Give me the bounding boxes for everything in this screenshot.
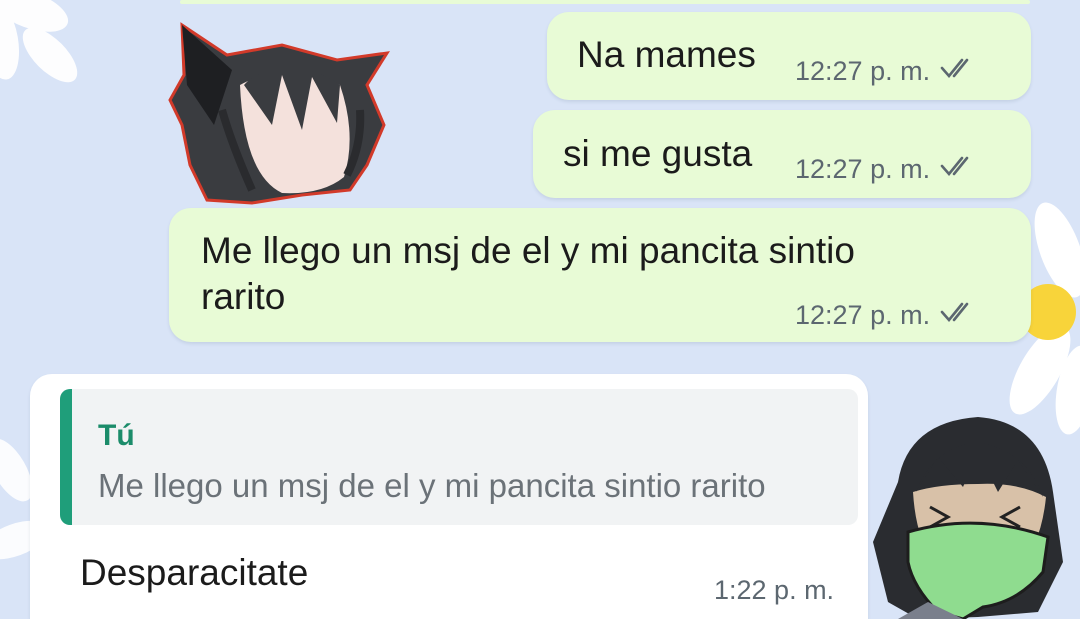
quoted-author: Tú [98, 419, 135, 452]
message-time: 12:27 p. m. [795, 154, 931, 184]
daisy-flower-top-left [0, 0, 78, 83]
outgoing-message-bubble[interactable]: si me gusta 12:27 p. m. [533, 110, 1031, 198]
message-time: 12:27 p. m. [795, 56, 931, 86]
message-text: Na mames [577, 34, 756, 75]
read-double-check-icon [940, 56, 980, 87]
sticker-masked-character[interactable] [868, 412, 1068, 619]
read-double-check-icon [940, 154, 980, 185]
message-meta: 12:27 p. m. [795, 300, 980, 331]
message-text: Me llego un msj de el y mi pancita sinti… [201, 230, 855, 317]
quote-accent-bar [60, 389, 72, 525]
message-time: 1:22 p. m. [714, 575, 835, 605]
outgoing-message-bubble[interactable]: Na mames 12:27 p. m. [547, 12, 1031, 100]
message-text: si me gusta [563, 133, 753, 174]
message-meta: 12:27 p. m. [795, 154, 980, 185]
message-time: 12:27 p. m. [795, 300, 931, 330]
read-double-check-icon [940, 300, 980, 331]
sticker-cat-ear-character[interactable] [162, 15, 394, 210]
message-text: Desparacitate [80, 552, 309, 593]
quoted-message[interactable]: Tú Me llego un msj de el y mi pancita si… [60, 389, 858, 525]
quoted-text: Me llego un msj de el y mi pancita sinti… [98, 467, 766, 504]
outgoing-message-bubble[interactable]: Me llego un msj de el y mi pancita sinti… [169, 208, 1031, 342]
message-meta: 12:27 p. m. [795, 56, 980, 87]
